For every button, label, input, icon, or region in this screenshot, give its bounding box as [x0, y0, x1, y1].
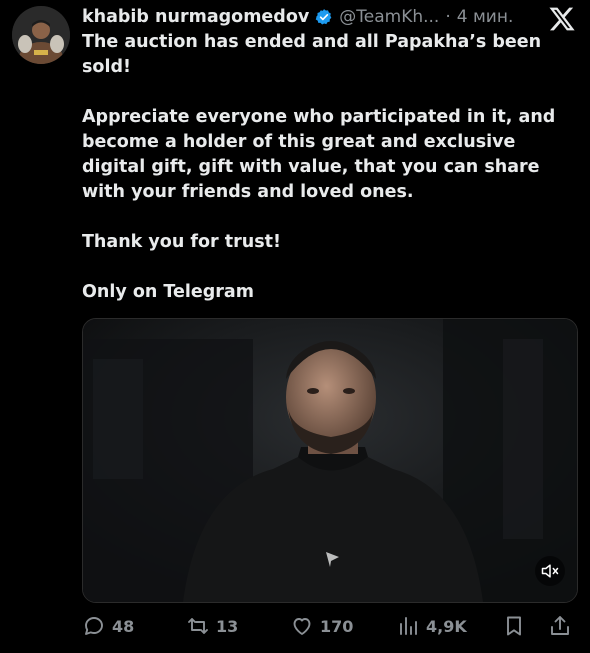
share-button[interactable]	[548, 611, 572, 641]
muted-speaker-icon	[541, 564, 559, 578]
author-handle[interactable]: @TeamKh...	[339, 7, 439, 27]
tweet-action-bar: 48 13 170 4,9K	[82, 611, 578, 641]
heart-icon	[293, 618, 311, 635]
separator-dot: ·	[445, 7, 451, 27]
tweet-paragraph: Thank you for trust!	[82, 232, 281, 252]
tweet-paragraph: Only on Telegram	[82, 282, 254, 302]
author-name[interactable]: khabib nurmagomedov	[82, 7, 309, 27]
like-count: 170	[320, 616, 354, 636]
repost-button[interactable]: 13	[186, 611, 238, 641]
like-button[interactable]: 170	[290, 611, 353, 641]
share-icon	[551, 616, 569, 635]
views-count: 4,9K	[426, 616, 467, 636]
avatar-image	[12, 6, 70, 64]
reply-count: 48	[112, 616, 135, 636]
x-logo-icon[interactable]	[548, 5, 576, 33]
avatar[interactable]	[12, 6, 70, 64]
mute-button[interactable]	[535, 556, 565, 586]
reply-button[interactable]: 48	[82, 611, 134, 641]
tweet-paragraph: The auction has ended and all Papakha’s …	[82, 32, 542, 77]
bookmark-icon	[507, 616, 521, 636]
tweet-header: khabib nurmagomedov @TeamKh... · 4 мин.	[82, 3, 513, 31]
repost-icon	[188, 618, 208, 634]
repost-count: 13	[216, 616, 239, 636]
video-frame	[83, 319, 577, 602]
timestamp[interactable]: 4 мин.	[457, 7, 514, 27]
reply-icon	[85, 617, 103, 635]
tweet-text: The auction has ended and all Papakha’s …	[82, 30, 582, 305]
tweet-paragraph: Appreciate everyone who participated in …	[82, 107, 556, 202]
bookmark-button[interactable]	[502, 611, 526, 641]
views-button[interactable]: 4,9K	[396, 611, 467, 641]
video-player[interactable]	[82, 318, 578, 603]
verified-badge-icon	[316, 9, 332, 25]
views-icon	[400, 617, 417, 635]
